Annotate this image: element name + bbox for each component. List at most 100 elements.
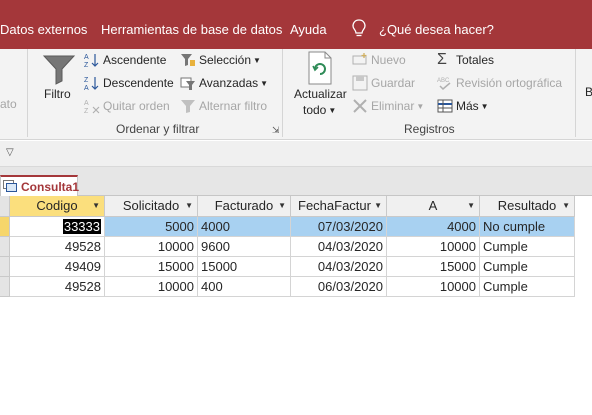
toggle-filter-icon <box>181 100 195 113</box>
tell-me-search[interactable]: ¿Qué desea hacer? <box>379 22 494 37</box>
record-selector[interactable] <box>0 257 10 277</box>
save-button[interactable]: Guardar <box>352 75 415 91</box>
query-icon <box>3 180 17 192</box>
column-header-a[interactable]: A ▼ <box>387 196 480 217</box>
svg-text:ABC: ABC <box>437 78 450 84</box>
column-header-fechafactur[interactable]: FechaFactur ▼ <box>291 196 387 217</box>
svg-text:Z: Z <box>84 108 89 114</box>
chevron-down-icon[interactable]: ▽ <box>6 147 14 158</box>
tab-label: Consulta1 <box>21 180 80 194</box>
more-label: Más <box>456 99 479 113</box>
spelling-button[interactable]: ABC Revisión ortográfica <box>437 75 562 91</box>
selection-filter-icon <box>181 54 195 66</box>
record-selector[interactable] <box>0 217 10 237</box>
cell-text: 33333 <box>62 219 101 234</box>
svg-text:A: A <box>84 85 89 91</box>
document-tabs: Consulta1 <box>0 167 592 197</box>
cell-resultado[interactable]: Cumple <box>480 257 575 277</box>
cell-resultado[interactable]: Cumple <box>480 237 575 257</box>
sort-ascending-label: Ascendente <box>103 53 167 67</box>
cell-a[interactable]: 10000 <box>387 237 480 257</box>
partial-ribbon-button[interactable]: B <box>585 85 592 99</box>
record-selector[interactable] <box>0 277 10 297</box>
chevron-down-icon: ▼ <box>253 55 261 65</box>
svg-text:Z: Z <box>84 77 89 84</box>
save-icon <box>352 75 368 91</box>
advanced-dropdown[interactable]: Avanzadas ▼ <box>180 75 268 91</box>
header-label: Codigo <box>36 198 78 213</box>
sort-descending-button[interactable]: Z A Descendente <box>84 75 174 91</box>
delete-icon <box>353 99 367 113</box>
tab-ayuda[interactable]: Ayuda <box>290 22 327 37</box>
svg-text:Z: Z <box>84 62 89 68</box>
header-label: Solicitado <box>122 198 180 213</box>
sort-descending-icon: Z A <box>84 77 99 91</box>
cell-resultado[interactable]: Cumple <box>480 277 575 297</box>
new-record-icon <box>352 53 367 65</box>
sort-filter-group-label: Ordenar y filtrar <box>116 122 200 136</box>
chevron-down-icon[interactable]: ▼ <box>185 196 193 216</box>
new-record-button[interactable]: Nuevo <box>352 52 406 68</box>
tab-herramientas-bd[interactable]: Herramientas de base de datos <box>101 22 282 37</box>
chevron-down-icon[interactable]: ▼ <box>92 196 100 216</box>
toggle-filter-button[interactable]: Alternar filtro <box>180 98 267 114</box>
advanced-filter-icon <box>180 77 195 90</box>
ribbon-separator <box>282 49 283 137</box>
sort-ascending-button[interactable]: A Z Ascendente <box>84 52 166 68</box>
chevron-down-icon[interactable]: ▼ <box>278 196 286 216</box>
cell-resultado[interactable]: No cumple <box>480 217 575 237</box>
cell-a[interactable]: 10000 <box>387 277 480 297</box>
selection-dropdown[interactable]: Selección ▼ <box>180 52 261 68</box>
cell-fechafactur[interactable]: 07/03/2020 <box>291 217 387 237</box>
column-header-solicitado[interactable]: Solicitado ▼ <box>105 196 198 217</box>
more-dropdown[interactable]: Más ▼ <box>437 98 489 114</box>
refresh-all-button[interactable]: Actualizar todo ▼ <box>292 51 348 117</box>
cell-solicitado[interactable]: 5000 <box>105 217 198 237</box>
cell-solicitado[interactable]: 15000 <box>105 257 198 277</box>
cell-fechafactur[interactable]: 04/03/2020 <box>291 257 387 277</box>
cell-a[interactable]: 4000 <box>387 217 480 237</box>
selection-label: Selección <box>199 53 252 67</box>
records-group-label: Registros <box>404 122 455 136</box>
column-header-codigo[interactable]: Codigo ▼ <box>10 196 105 217</box>
svg-text:A: A <box>84 100 89 107</box>
refresh-label-line1: Actualizar <box>294 87 347 101</box>
tab-datos-externos[interactable]: Datos externos <box>0 22 87 37</box>
filter-button[interactable]: Filtro <box>40 51 78 111</box>
cell-facturado[interactable]: 400 <box>198 277 291 297</box>
ribbon-tabs: Datos externos Herramientas de base de d… <box>0 10 592 49</box>
cell-solicitado[interactable]: 10000 <box>105 277 198 297</box>
cell-codigo[interactable]: 33333 <box>10 217 105 237</box>
chevron-down-icon[interactable]: ▼ <box>562 196 570 216</box>
cell-facturado[interactable]: 15000 <box>198 257 291 277</box>
cell-codigo[interactable]: 49528 <box>10 277 105 297</box>
chevron-down-icon: ▼ <box>480 101 489 111</box>
dialog-launcher-icon[interactable]: ⇲ <box>272 125 280 136</box>
totals-button[interactable]: Σ Totales <box>437 52 494 68</box>
remove-sort-button[interactable]: A Z Quitar orden <box>84 98 170 114</box>
select-all-corner[interactable] <box>0 196 10 217</box>
cell-facturado[interactable]: 4000 <box>198 217 291 237</box>
cell-fechafactur[interactable]: 04/03/2020 <box>291 237 387 257</box>
cell-codigo[interactable]: 49409 <box>10 257 105 277</box>
cell-fechafactur[interactable]: 06/03/2020 <box>291 277 387 297</box>
filter-label: Filtro <box>44 87 71 101</box>
lightbulb-icon <box>352 19 366 37</box>
cell-a[interactable]: 15000 <box>387 257 480 277</box>
chevron-down-icon[interactable]: ▼ <box>374 196 382 216</box>
cell-facturado[interactable]: 9600 <box>198 237 291 257</box>
chevron-down-icon[interactable]: ▼ <box>467 196 475 216</box>
cell-solicitado[interactable]: 10000 <box>105 237 198 257</box>
tab-consulta1[interactable]: Consulta1 <box>0 175 80 197</box>
header-label: Resultado <box>497 198 557 213</box>
save-label: Guardar <box>371 76 416 90</box>
datasheet: Codigo ▼ Solicitado ▼ Facturado ▼ FechaF… <box>0 196 592 415</box>
advanced-label: Avanzadas <box>199 76 259 90</box>
new-record-label: Nuevo <box>371 53 406 67</box>
record-selector[interactable] <box>0 237 10 257</box>
cell-codigo[interactable]: 49528 <box>10 237 105 257</box>
header-label: A <box>428 198 438 213</box>
column-header-resultado[interactable]: Resultado ▼ <box>480 196 575 217</box>
column-header-facturado[interactable]: Facturado ▼ <box>198 196 291 217</box>
delete-button[interactable]: Eliminar ▼ <box>352 98 424 114</box>
